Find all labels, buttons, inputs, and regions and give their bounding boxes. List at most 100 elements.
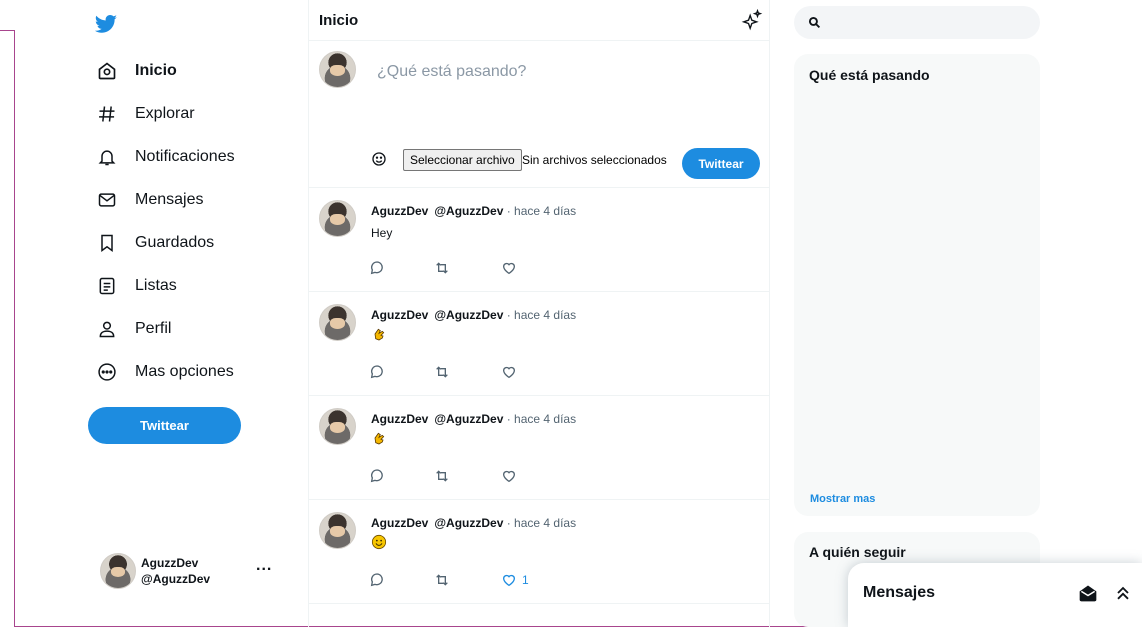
avatar (100, 553, 136, 589)
bookmark-icon (96, 232, 118, 254)
smiling-face-emoji-icon (371, 534, 387, 550)
like-button[interactable] (501, 260, 517, 276)
nav-item-inicio[interactable]: Inicio (88, 56, 177, 86)
tweet-actions (369, 364, 569, 380)
reply-button[interactable] (369, 364, 385, 380)
reply-button[interactable] (369, 260, 385, 276)
retweet-icon (436, 574, 448, 586)
tweet-item[interactable]: AguzzDev @AguzzDev · hace 4 días (309, 396, 769, 500)
search-box[interactable] (794, 6, 1040, 39)
envelope-icon (96, 189, 118, 211)
tweet-input[interactable] (377, 59, 757, 85)
nav-item-guardados[interactable]: Guardados (88, 228, 214, 258)
tweet-author-name[interactable]: AguzzDev (371, 308, 428, 322)
tweet-item[interactable]: AguzzDev @AguzzDev · hace 4 días (309, 292, 769, 396)
file-select-button[interactable]: Seleccionar archivo (403, 149, 522, 171)
avatar (319, 51, 356, 88)
tweet-author-name[interactable]: AguzzDev (371, 204, 428, 218)
sidebar-nav: Inicio Explorar Notificaciones Mensajes … (88, 0, 288, 627)
search-icon (808, 16, 821, 29)
nav-item-mensajes[interactable]: Mensajes (88, 185, 203, 215)
tweet-header: AguzzDev @AguzzDev · hace 4 días (371, 308, 576, 322)
tweet-author-name[interactable]: AguzzDev (371, 412, 428, 426)
tweet-actions (369, 260, 569, 276)
more-circle-icon (96, 361, 118, 383)
retweet-button[interactable] (434, 260, 450, 276)
tweet-author-handle[interactable]: @AguzzDev (434, 516, 503, 530)
nav-item-mas-opciones[interactable]: Mas opciones (88, 357, 234, 387)
tweet-timestamp: · hace 4 días (503, 516, 577, 530)
account-names: AguzzDev @AguzzDev (141, 555, 210, 587)
tweet-composer: Seleccionar archivo Sin archivos selecci… (309, 40, 769, 188)
like-count: 1 (522, 573, 529, 587)
account-switcher[interactable]: AguzzDev @AguzzDev ... (100, 552, 272, 590)
search-input[interactable] (830, 12, 1026, 34)
bell-icon (96, 146, 118, 168)
tweet-item[interactable]: AguzzDev @AguzzDev · hace 4 días 1 (309, 500, 769, 604)
retweet-icon (436, 262, 448, 274)
retweet-button[interactable] (434, 572, 450, 588)
emoji-icon[interactable] (371, 151, 387, 167)
sparkle-icon[interactable] (741, 9, 763, 31)
list-icon (96, 275, 118, 297)
tweet-timestamp: · hace 4 días (503, 204, 577, 218)
nav-item-notificaciones[interactable]: Notificaciones (88, 142, 235, 172)
person-icon (96, 318, 118, 340)
tweet-item[interactable]: AguzzDev @AguzzDev · hace 4 días Hey (309, 188, 769, 292)
tweet-header: AguzzDev @AguzzDev · hace 4 días (371, 204, 576, 218)
reply-button[interactable] (369, 572, 385, 588)
tweet-author-handle[interactable]: @AguzzDev (434, 308, 503, 322)
retweet-button[interactable] (434, 364, 450, 380)
comment-icon (370, 573, 383, 587)
heart-icon (502, 366, 516, 379)
trends-title: Qué está pasando (809, 67, 930, 83)
account-handle: @AguzzDev (141, 572, 211, 586)
tweet-header: AguzzDev @AguzzDev · hace 4 días (371, 412, 576, 426)
tweet-author-handle[interactable]: @AguzzDev (434, 204, 503, 218)
like-button[interactable]: 1 (501, 572, 529, 588)
retweet-icon (436, 366, 448, 378)
chevrons-up-icon[interactable] (1113, 583, 1133, 603)
nav-item-explorar[interactable]: Explorar (88, 99, 195, 129)
more-dots-icon[interactable]: ... (256, 557, 272, 575)
account-name: AguzzDev (141, 556, 199, 570)
avatar (319, 512, 356, 549)
avatar (319, 304, 356, 341)
like-button[interactable] (501, 468, 517, 484)
nav-label-explorar: Explorar (135, 105, 195, 122)
comment-icon (370, 365, 383, 379)
tweet-header: AguzzDev @AguzzDev · hace 4 días (371, 516, 576, 530)
timeline-column: Inicio Seleccionar archivo Sin archivos … (308, 0, 770, 627)
nav-label-listas: Listas (135, 277, 177, 294)
clapping-hands-emoji-icon (374, 432, 385, 445)
retweet-button[interactable] (434, 468, 450, 484)
nav-item-listas[interactable]: Listas (88, 271, 177, 301)
heart-icon (502, 470, 516, 483)
trends-panel: Qué está pasando Mostrar mas (794, 54, 1040, 516)
avatar (319, 200, 356, 237)
twitter-logo-icon[interactable] (94, 12, 118, 36)
timeline-header: Inicio (309, 0, 769, 40)
comment-icon (370, 261, 383, 275)
nav-label-notificaciones: Notificaciones (135, 148, 235, 165)
reply-button[interactable] (369, 468, 385, 484)
messages-drawer[interactable]: Mensajes (848, 563, 1142, 627)
frame-line-left (14, 30, 15, 627)
who-to-follow-title: A quién seguir (809, 544, 906, 560)
home-icon (96, 60, 118, 82)
comment-icon (370, 469, 383, 483)
heart-icon (502, 574, 516, 587)
show-more-link[interactable]: Mostrar mas (810, 493, 875, 505)
nav-label-perfil: Perfil (135, 320, 172, 337)
sidebar-tweet-button[interactable]: Twittear (88, 407, 241, 444)
hashtag-icon (96, 103, 118, 125)
like-button[interactable] (501, 364, 517, 380)
tweet-author-name[interactable]: AguzzDev (371, 516, 428, 530)
new-message-icon[interactable] (1078, 583, 1098, 603)
file-status: Sin archivos seleccionados (522, 153, 667, 167)
tweet-author-handle[interactable]: @AguzzDev (434, 412, 503, 426)
compose-tweet-button[interactable]: Twittear (682, 148, 760, 179)
tweet-timestamp: · hace 4 días (503, 308, 577, 322)
nav-item-perfil[interactable]: Perfil (88, 314, 171, 344)
frame-line-top-left (0, 30, 14, 31)
